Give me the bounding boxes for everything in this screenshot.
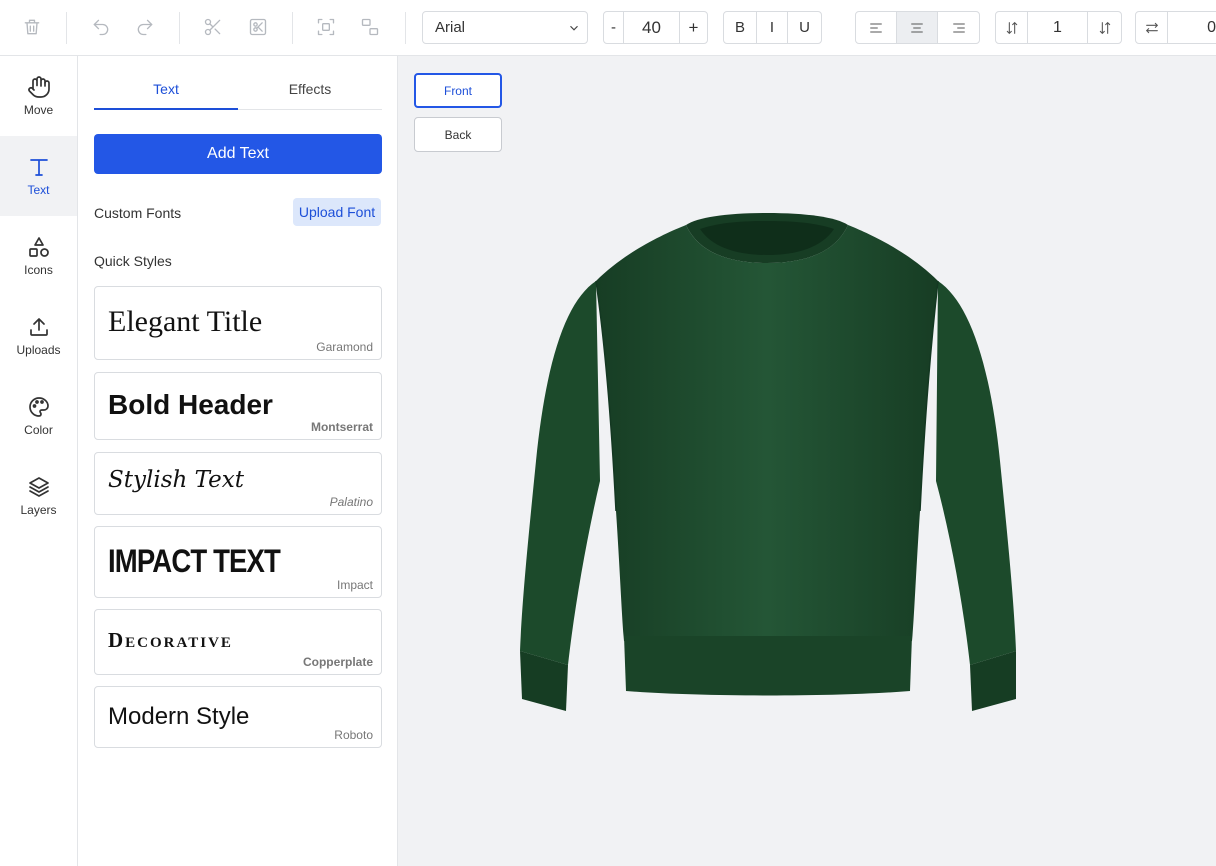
design-canvas[interactable]: Front Back: [398, 56, 1216, 866]
sidebar-item-label: Text: [27, 183, 50, 197]
letter-spacing-icon: [1145, 22, 1158, 33]
style-font-name: Roboto: [334, 728, 373, 742]
letter-spacing-button[interactable]: [1136, 12, 1168, 43]
panel-tabs: Text Effects: [94, 68, 382, 110]
align-left-icon: [870, 22, 882, 33]
line-height-group: 1: [995, 11, 1122, 44]
quick-style-impact[interactable]: IMPACT TEXT Impact: [94, 526, 382, 598]
cut-selection-icon[interactable]: [245, 14, 271, 40]
palette-icon: [28, 397, 49, 417]
upload-font-button[interactable]: Upload Font: [293, 198, 381, 226]
font-size-decrease-button[interactable]: -: [604, 12, 624, 43]
quick-style-decorative[interactable]: Decorative Copperplate: [94, 609, 382, 675]
front-view-button[interactable]: Front: [414, 73, 502, 108]
upload-icon: [29, 318, 48, 336]
shapes-icon: [28, 237, 49, 257]
style-font-name: Montserrat: [310, 420, 373, 434]
add-text-button[interactable]: Add Text: [94, 134, 382, 174]
align-left-button[interactable]: [856, 12, 897, 43]
layers-icon: [28, 477, 49, 497]
sidebar-item-label: Color: [24, 423, 53, 437]
style-sample: Decorative: [108, 628, 233, 652]
toolbar: Arial - 40 + B I U 1 0: [0, 0, 1216, 56]
quick-style-modern[interactable]: Modern Style Roboto: [94, 686, 382, 748]
sidebar-item-label: Uploads: [16, 343, 61, 357]
redo-icon[interactable]: [132, 14, 158, 40]
style-sample: Bold Header: [108, 389, 273, 420]
bold-button[interactable]: B: [724, 12, 757, 43]
quick-style-elegant[interactable]: Elegant Title Garamond: [94, 286, 382, 360]
toolbar-divider: [405, 12, 406, 44]
line-height-decrease-button[interactable]: [996, 12, 1028, 43]
sidebar-item-text[interactable]: Text: [0, 136, 77, 216]
tool-sidebar: Move Text Icons Uploads Color Layers: [0, 56, 78, 866]
style-font-name: Garamond: [316, 340, 373, 354]
sidebar-item-color[interactable]: Color: [0, 376, 77, 456]
back-view-button[interactable]: Back: [414, 117, 502, 152]
sidebar-item-uploads[interactable]: Uploads: [0, 296, 77, 376]
sidebar-item-label: Icons: [24, 263, 53, 277]
group-icon[interactable]: [313, 14, 339, 40]
font-size-input[interactable]: 40: [624, 12, 680, 43]
align-center-button[interactable]: [897, 12, 938, 43]
quick-style-bold[interactable]: Bold Header Montserrat: [94, 372, 382, 440]
line-height-icon: [1006, 21, 1017, 34]
text-align-group: [855, 11, 980, 44]
custom-fonts-label: Custom Fonts: [94, 205, 182, 221]
sidebar-item-icons[interactable]: Icons: [0, 216, 77, 296]
font-size-increase-button[interactable]: +: [680, 12, 707, 43]
style-sample: Elegant Title: [108, 305, 263, 338]
align-right-button[interactable]: [938, 12, 979, 43]
quick-styles-label: Quick Styles: [94, 253, 172, 269]
underline-button[interactable]: U: [788, 12, 821, 43]
undo-icon[interactable]: [88, 14, 114, 40]
italic-button[interactable]: I: [757, 12, 788, 43]
sidebar-item-move[interactable]: Move: [0, 56, 77, 136]
hand-icon: [27, 76, 50, 98]
line-height-increase-button[interactable]: [1088, 12, 1121, 43]
delete-icon[interactable]: [19, 14, 45, 40]
font-size-stepper: - 40 +: [603, 11, 708, 44]
text-icon: [29, 159, 48, 176]
sweatshirt-product-image[interactable]: [516, 211, 1020, 711]
text-panel: Text Effects Add Text Custom Fonts Uploa…: [78, 56, 398, 866]
toolbar-divider: [66, 12, 67, 44]
ungroup-icon[interactable]: [357, 14, 383, 40]
style-sample: IMPACT TEXT: [108, 543, 281, 579]
font-family-value: Arial: [435, 19, 466, 36]
sidebar-item-label: Move: [23, 103, 54, 117]
text-style-group: B I U: [723, 11, 822, 44]
tab-text[interactable]: Text: [94, 68, 238, 110]
line-height-input[interactable]: 1: [1028, 12, 1088, 43]
letter-spacing-group: 0: [1135, 11, 1216, 44]
sidebar-item-layers[interactable]: Layers: [0, 456, 77, 536]
line-height-icon: [1099, 21, 1110, 34]
toolbar-divider: [179, 12, 180, 44]
align-right-icon: [952, 22, 965, 33]
font-family-select[interactable]: Arial: [422, 11, 588, 44]
tab-effects[interactable]: Effects: [238, 68, 382, 109]
style-font-name: Impact: [336, 578, 373, 592]
cut-icon[interactable]: [200, 14, 226, 40]
toolbar-divider: [292, 12, 293, 44]
style-sample: Stylish Text: [108, 467, 245, 493]
style-font-name: Copperplate: [302, 655, 373, 669]
style-font-name: Palatino: [329, 495, 373, 509]
align-center-icon: [911, 22, 923, 33]
style-sample: Modern Style: [108, 703, 250, 730]
sidebar-item-label: Layers: [20, 503, 57, 517]
letter-spacing-input[interactable]: 0: [1168, 12, 1216, 43]
chevron-down-icon: [567, 21, 581, 35]
quick-style-stylish[interactable]: Stylish Text Palatino: [94, 452, 382, 515]
